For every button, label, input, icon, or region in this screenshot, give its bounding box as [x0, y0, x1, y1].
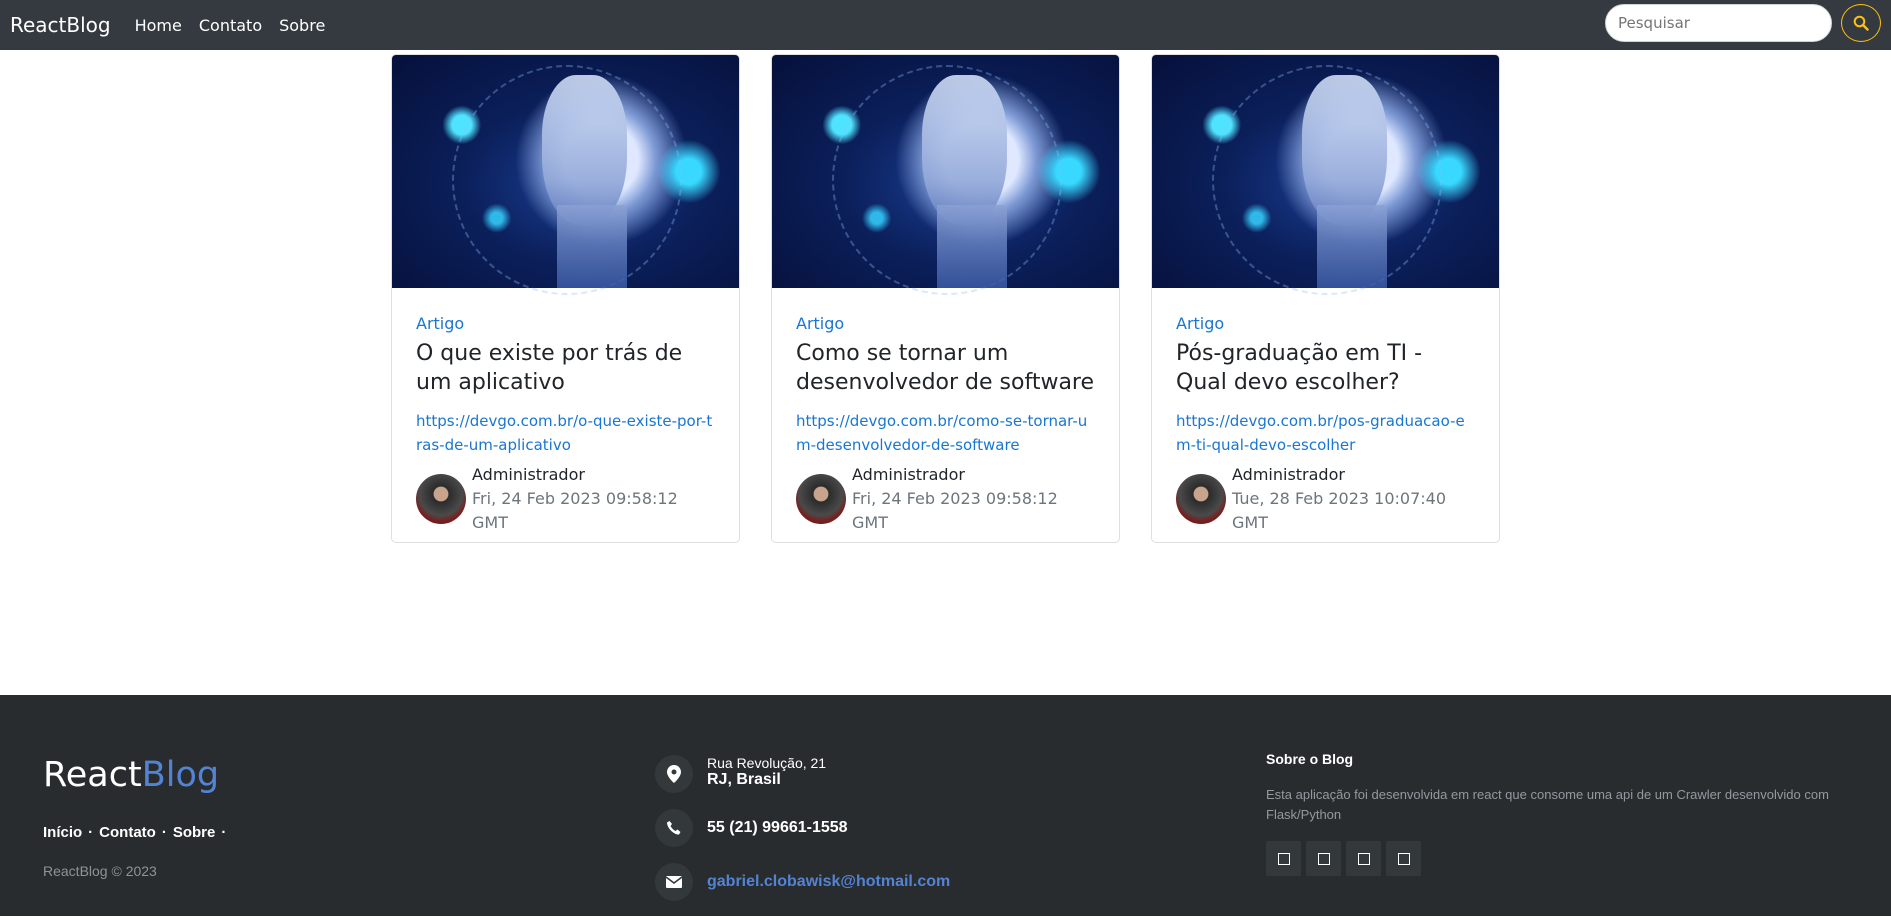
- post-link[interactable]: https://devgo.com.br/o-que-existe-por-tr…: [416, 409, 715, 457]
- nav-links: Home Contato Sobre: [135, 16, 326, 35]
- footer-about: Sobre o Blog Esta aplicação foi desenvol…: [1266, 751, 1846, 876]
- post-category[interactable]: Artigo: [796, 314, 1095, 333]
- post-category[interactable]: Artigo: [1176, 314, 1475, 333]
- nav-link-home[interactable]: Home: [135, 16, 182, 35]
- search-button[interactable]: [1841, 4, 1881, 42]
- social-icon-2[interactable]: [1306, 841, 1341, 876]
- author-avatar: [1176, 474, 1226, 524]
- top-navbar: ReactBlog Home Contato Sobre: [0, 0, 1891, 50]
- envelope-icon: [655, 863, 693, 901]
- about-title: Sobre o Blog: [1266, 751, 1354, 767]
- footer-link-sobre[interactable]: Sobre: [173, 824, 216, 841]
- post-title[interactable]: O que existe por trás de um aplicativo: [416, 339, 715, 397]
- post-card[interactable]: Artigo O que existe por trás de um aplic…: [391, 54, 740, 543]
- post-author: Administrador: [472, 465, 585, 484]
- address-line-2: RJ, Brasil: [707, 771, 781, 788]
- phone-icon: [655, 809, 693, 847]
- contact-email[interactable]: gabriel.clobawisk@hotmail.com: [707, 873, 950, 891]
- post-image: [392, 55, 739, 295]
- contact-phone: 55 (21) 99661-1558: [707, 819, 848, 836]
- post-author: Administrador: [852, 465, 965, 484]
- post-card[interactable]: Artigo Como se tornar um desenvolvedor d…: [771, 54, 1120, 543]
- post-category[interactable]: Artigo: [416, 314, 715, 333]
- nav-link-contato[interactable]: Contato: [199, 16, 262, 35]
- post-date: Tue, 28 Feb 2023 10:07:40 GMT: [1232, 489, 1447, 532]
- search-icon: [1853, 15, 1869, 31]
- post-title[interactable]: Pós-graduação em TI - Qual devo escolher…: [1176, 339, 1475, 397]
- post-date: Fri, 24 Feb 2023 09:58:12 GMT: [852, 489, 1058, 532]
- social-icon-1[interactable]: [1266, 841, 1301, 876]
- post-title[interactable]: Como se tornar um desenvolvedor de softw…: [796, 339, 1095, 397]
- footer-logo: ReactBlog: [43, 755, 220, 795]
- post-cards: Artigo O que existe por trás de um aplic…: [391, 54, 1500, 543]
- post-link[interactable]: https://devgo.com.br/pos-graduacao-em-ti…: [1176, 409, 1475, 457]
- author-avatar: [796, 474, 846, 524]
- search-input[interactable]: [1605, 4, 1832, 42]
- post-card[interactable]: Artigo Pós-graduação em TI - Qual devo e…: [1151, 54, 1500, 543]
- footer-copyright: ReactBlog © 2023: [43, 863, 157, 879]
- footer-contact: Rua Revolução, 21 RJ, Brasil 55 (21) 996…: [655, 755, 950, 917]
- about-text: Esta aplicação foi desenvolvida em react…: [1266, 787, 1829, 822]
- post-image: [772, 55, 1119, 295]
- navbar-brand[interactable]: ReactBlog: [10, 13, 111, 37]
- footer-links: Início · Contato · Sobre ·: [43, 824, 227, 841]
- social-icon-3[interactable]: [1346, 841, 1381, 876]
- post-author: Administrador: [1232, 465, 1345, 484]
- footer-link-inicio[interactable]: Início: [43, 824, 82, 841]
- map-marker-icon: [655, 755, 693, 793]
- social-links: [1266, 841, 1846, 876]
- post-link[interactable]: https://devgo.com.br/como-se-tornar-um-d…: [796, 409, 1095, 457]
- search-form: [1605, 4, 1881, 42]
- post-image: [1152, 55, 1499, 295]
- author-avatar: [416, 474, 466, 524]
- site-footer: ReactBlog Início · Contato · Sobre · ReactB…: [0, 695, 1891, 916]
- social-icon-4[interactable]: [1386, 841, 1421, 876]
- nav-link-sobre[interactable]: Sobre: [279, 16, 325, 35]
- footer-link-contato[interactable]: Contato: [99, 824, 156, 841]
- post-date: Fri, 24 Feb 2023 09:58:12 GMT: [472, 489, 678, 532]
- address-line-1: Rua Revolução, 21: [707, 755, 827, 771]
